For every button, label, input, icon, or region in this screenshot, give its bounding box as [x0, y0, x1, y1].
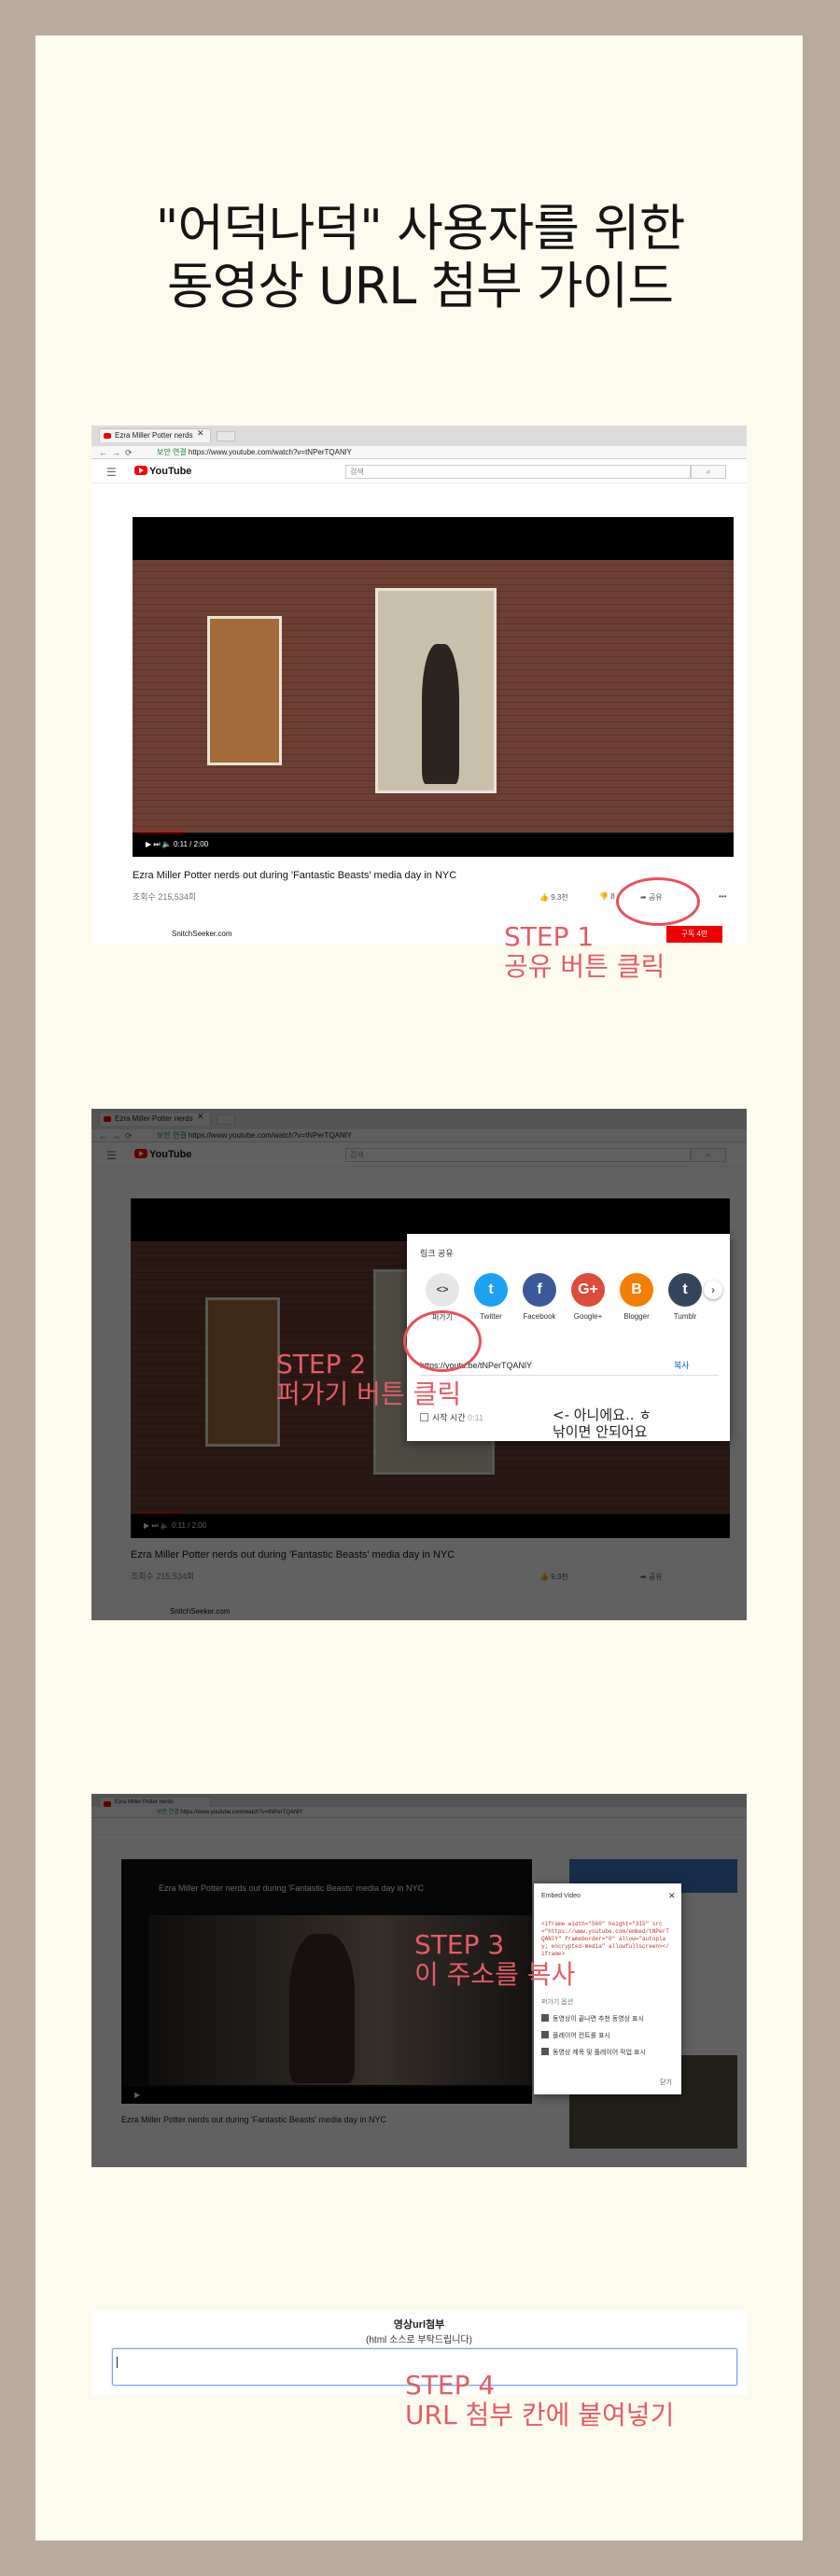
wrong-link-note-line2: 낚이면 안되어요: [553, 1423, 648, 1440]
form-subtitle: (html 소스로 부탁드립니다): [366, 2335, 472, 2345]
screenshot-step1: Ezra Miller Potter nerds ✕ ←→⟳ 보안 연결 htt…: [91, 426, 747, 945]
share-item-label: Google+: [573, 1312, 603, 1321]
url-text: https://www.youtube.com/watch?v=tNPerTQA…: [188, 448, 352, 456]
share-next-arrow-icon[interactable]: ›: [704, 1281, 722, 1299]
embed-code-field[interactable]: <iframe width="560" height="315" src="ht…: [541, 1921, 672, 1958]
address-bar[interactable]: ←→⟳ 보안 연결 https://www.youtube.com/watch?…: [91, 446, 747, 459]
share-item-5-icon[interactable]: t: [668, 1273, 702, 1307]
embed-close-icon[interactable]: ✕: [668, 1891, 676, 1901]
copy-button[interactable]: 복사: [674, 1355, 690, 1376]
nav-arrows-icon[interactable]: ←→⟳: [99, 446, 137, 459]
wrong-link-note-line1: <- 아니에요.. ㅎ: [553, 1407, 652, 1423]
video-player[interactable]: ▶ ⏭ 🔈 0:11 / 2:00: [133, 517, 734, 857]
subscribe-button[interactable]: 구독 4만: [666, 926, 722, 943]
video-title: Ezra Miller Potter nerds out during 'Fan…: [133, 870, 457, 881]
video-frame: [133, 560, 734, 833]
tab-close-icon[interactable]: ✕: [197, 428, 204, 439]
step1-label: STEP 1: [504, 921, 595, 952]
share-item-label: Twitter: [480, 1312, 502, 1321]
form-title: 영상url첨부: [393, 2319, 445, 2331]
player-controls[interactable]: ▶ ⏭ 🔈 0:11 / 2:00: [133, 833, 734, 857]
step4-label: STEP 4: [405, 2370, 496, 2401]
more-icon[interactable]: •••: [719, 892, 726, 901]
time-display: 0:11 / 2:00: [173, 840, 209, 848]
embed-close-button[interactable]: 닫기: [660, 2078, 672, 2087]
share-item-label: Tumblr: [673, 1312, 697, 1321]
share-item-0-icon[interactable]: <>: [426, 1273, 459, 1307]
step2-desc: 퍼가기 버튼 클릭: [276, 1379, 462, 1409]
step2-label: STEP 2: [276, 1349, 367, 1379]
start-at-checkbox[interactable]: 시작 시간 0:11: [420, 1411, 483, 1423]
share-item-2-icon[interactable]: f: [523, 1273, 556, 1307]
embed-option-2[interactable]: 플레이어 컨트롤 표시: [541, 2031, 610, 2040]
guide-title-line2: 동영상 URL 첨부 가이드: [166, 257, 674, 315]
share-item-label: Blogger: [623, 1312, 650, 1321]
share-item-1-icon[interactable]: t: [474, 1273, 508, 1307]
step1-desc: 공유 버튼 클릭: [504, 951, 665, 982]
share-item-3-icon[interactable]: G+: [571, 1273, 605, 1307]
browser-tabbar: Ezra Miller Potter nerds ✕: [91, 426, 747, 446]
embed-dialog-heading: Embed Video: [541, 1893, 581, 1899]
secure-label: 보안 연결: [157, 448, 187, 456]
search-icon[interactable]: ⌕: [691, 465, 726, 479]
step3-label: STEP 3: [414, 1929, 505, 1960]
step4-desc: URL 첨부 칸에 붙여넣기: [405, 2400, 675, 2430]
new-tab-button[interactable]: [217, 431, 235, 441]
youtube-logo[interactable]: YouTube: [134, 466, 191, 477]
step3-desc: 이 주소를 복사: [414, 1959, 576, 1990]
view-count: 조회수 215,534회: [133, 892, 197, 902]
embed-option-1[interactable]: 동영상이 끝나면 추천 동영상 표시: [541, 2014, 644, 2023]
share-dialog-heading: 링크 공유: [420, 1249, 454, 1258]
share-item-label: Facebook: [523, 1312, 556, 1321]
highlight-circle-share: [616, 877, 700, 926]
channel-name[interactable]: SnitchSeeker.com: [172, 930, 231, 938]
browser-tab[interactable]: Ezra Miller Potter nerds: [99, 428, 211, 442]
embed-options-heading: 퍼가기 옵션: [541, 1999, 574, 2006]
search-input[interactable]: 검색: [345, 465, 691, 479]
youtube-header: ☰ YouTube 검색 ⌕: [91, 459, 747, 483]
like-button[interactable]: 👍 9.3천: [539, 892, 568, 903]
highlight-circle-embed: [403, 1310, 482, 1372]
dislike-button[interactable]: 👎 8: [599, 892, 615, 901]
guide-title-line1: "어덕나덕" 사용자를 위한: [155, 199, 686, 258]
menu-icon[interactable]: ☰: [106, 466, 117, 479]
share-item-4-icon[interactable]: B: [620, 1273, 653, 1307]
embed-option-3[interactable]: 동영상 제목 및 플레이어 작업 표시: [541, 2048, 646, 2057]
